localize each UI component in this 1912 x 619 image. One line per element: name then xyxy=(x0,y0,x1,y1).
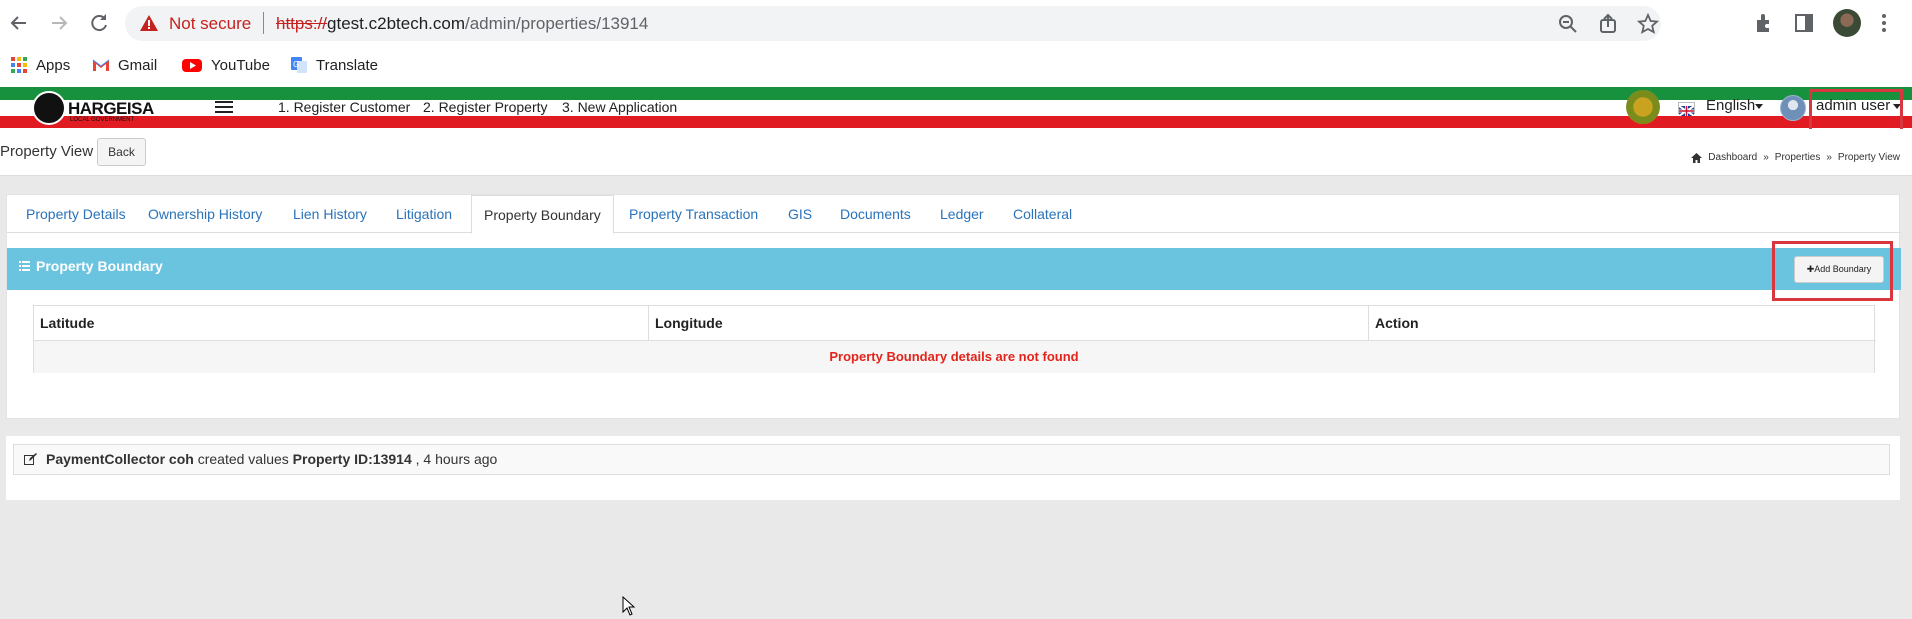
tab-property-transaction[interactable]: Property Transaction xyxy=(617,195,770,233)
logo-text: HARGEISA xyxy=(68,99,154,118)
activity-time: , 4 hours ago xyxy=(411,451,498,467)
translate-icon: G xyxy=(291,57,307,73)
nav-register-customer[interactable]: 1. Register Customer xyxy=(278,99,410,115)
breadcrumb-separator: » xyxy=(1826,152,1832,163)
activity-section: PaymentCollector coh created values Prop… xyxy=(6,436,1900,500)
breadcrumb-dashboard[interactable]: Dashboard xyxy=(1708,152,1757,163)
logo-subtext: LOCAL GOVERNMENT xyxy=(70,117,135,123)
more-menu-icon[interactable] xyxy=(1871,10,1897,36)
tab-documents[interactable]: Documents xyxy=(828,195,923,233)
tab-property-boundary[interactable]: Property Boundary xyxy=(471,195,614,234)
activity-action: created values xyxy=(193,451,293,467)
boundary-table: Latitude Longitude Action Property Bound… xyxy=(33,305,1876,373)
column-action: Action xyxy=(1375,315,1419,331)
breadcrumb: Dashboard » Properties » Property View xyxy=(1691,152,1900,163)
reload-icon[interactable] xyxy=(86,10,112,36)
menu-toggle-icon[interactable] xyxy=(215,101,233,115)
bookmark-label: Apps xyxy=(36,56,71,74)
tab-lien-history[interactable]: Lien History xyxy=(281,195,379,233)
tab-litigation[interactable]: Litigation xyxy=(384,195,464,233)
breadcrumb-properties[interactable]: Properties xyxy=(1775,152,1821,163)
list-icon xyxy=(19,261,30,271)
tab-collateral[interactable]: Collateral xyxy=(1001,195,1084,233)
nav-register-property[interactable]: 2. Register Property xyxy=(423,99,548,115)
language-selector[interactable]: English xyxy=(1706,97,1755,114)
bookmark-label: Translate xyxy=(316,56,378,74)
youtube-icon xyxy=(182,59,202,72)
page-title: Property View xyxy=(0,143,94,160)
empty-message: Property Boundary details are not found xyxy=(34,341,1874,373)
tab-property-details[interactable]: Property Details xyxy=(14,195,138,233)
logo-emblem xyxy=(32,91,66,125)
forward-arrow-icon[interactable] xyxy=(46,10,72,36)
government-emblem xyxy=(1626,90,1660,124)
warning-icon xyxy=(140,15,158,31)
bookmark-star-icon[interactable] xyxy=(1637,13,1659,35)
back-arrow-icon[interactable] xyxy=(6,10,32,36)
mouse-cursor-icon xyxy=(622,596,636,616)
property-panel: Property Details Ownership History Lien … xyxy=(6,194,1901,419)
bookmarks-bar: Apps Gmail YouTube G Translate xyxy=(0,50,1912,78)
profile-avatar[interactable] xyxy=(1833,9,1861,37)
apps-grid-icon xyxy=(11,57,27,73)
app-header: HARGEISA LOCAL GOVERNMENT 1. Register Cu… xyxy=(0,87,1912,129)
user-avatar[interactable] xyxy=(1780,95,1806,121)
gmail-icon xyxy=(92,59,110,71)
edit-icon xyxy=(24,453,37,465)
activity-actor: PaymentCollector coh xyxy=(46,451,194,467)
back-button[interactable]: Back xyxy=(97,138,146,166)
uk-flag-icon xyxy=(1678,102,1695,117)
hargeisa-logo[interactable]: HARGEISA LOCAL GOVERNMENT xyxy=(32,89,162,127)
column-longitude: Longitude xyxy=(649,306,1369,340)
activity-subject: Property ID:13914 xyxy=(292,451,412,467)
tab-ledger[interactable]: Ledger xyxy=(928,195,996,233)
svg-text:G: G xyxy=(293,60,299,69)
boundary-box-header: Property Boundary ✚Add Boundary xyxy=(7,248,1901,290)
flag-stripe-red xyxy=(0,116,1912,128)
bookmark-label: YouTube xyxy=(211,56,270,74)
url-text[interactable]: https://gtest.c2btech.com/admin/properti… xyxy=(276,14,648,34)
browser-chrome: Not secure https://gtest.c2btech.com/adm… xyxy=(0,0,1912,87)
extensions-icon[interactable] xyxy=(1751,10,1777,36)
highlight-add-boundary xyxy=(1772,241,1893,301)
bookmark-label: Gmail xyxy=(118,56,158,74)
side-panel-icon[interactable] xyxy=(1791,10,1817,36)
page-header: Property View Back Dashboard » Propertie… xyxy=(0,129,1912,176)
activity-entry: PaymentCollector coh created values Prop… xyxy=(13,444,1890,475)
home-icon xyxy=(1691,152,1703,163)
address-separator xyxy=(263,12,264,34)
bookmark-gmail[interactable]: Gmail xyxy=(92,54,157,76)
boundary-title-text: Property Boundary xyxy=(36,258,163,274)
breadcrumb-current: Property View xyxy=(1837,152,1900,163)
boundary-box-title: Property Boundary xyxy=(19,258,163,274)
column-latitude: Latitude xyxy=(34,306,649,340)
address-bar[interactable]: Not secure https://gtest.c2btech.com/adm… xyxy=(125,6,1661,41)
bookmark-apps[interactable]: Apps xyxy=(10,54,70,76)
security-label: Not secure xyxy=(169,14,252,33)
bookmark-youtube[interactable]: YouTube xyxy=(181,54,270,76)
property-tabs: Property Details Ownership History Lien … xyxy=(7,195,1901,234)
tab-ownership-history[interactable]: Ownership History xyxy=(136,195,274,233)
share-icon[interactable] xyxy=(1597,13,1619,35)
tab-gis[interactable]: GIS xyxy=(776,195,824,233)
bookmark-translate[interactable]: G Translate xyxy=(290,54,378,76)
nav-new-application[interactable]: 3. New Application xyxy=(562,99,677,115)
breadcrumb-separator: » xyxy=(1763,152,1769,163)
chevron-down-icon[interactable] xyxy=(1755,104,1763,109)
zoom-icon[interactable] xyxy=(1557,13,1579,35)
